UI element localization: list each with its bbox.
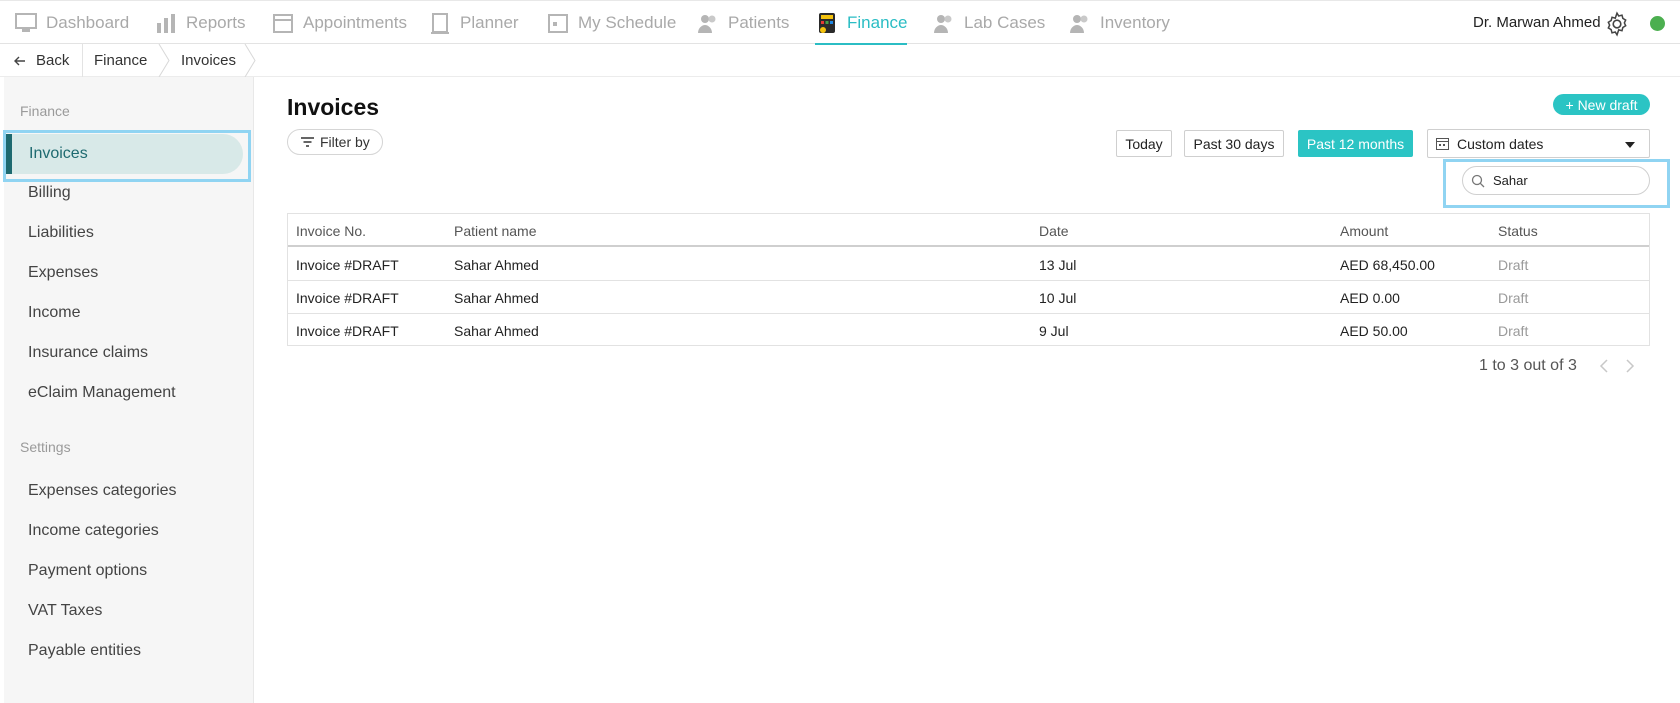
- nav-my-schedule[interactable]: My Schedule: [546, 1, 676, 45]
- sidebar-item-liabilities[interactable]: Liabilities: [28, 224, 94, 242]
- cell-date: 10 Jul: [1039, 290, 1077, 306]
- appointments-icon: [273, 14, 293, 33]
- cell-status: Draft: [1498, 323, 1529, 339]
- caret-down-icon: [1625, 142, 1635, 148]
- divider: [82, 44, 83, 77]
- reports-icon: [157, 14, 175, 33]
- breadcrumb-label: Invoices: [181, 52, 237, 69]
- range-today-button[interactable]: Today: [1116, 130, 1172, 157]
- range-past-30-days-button[interactable]: Past 30 days: [1184, 130, 1284, 157]
- sidebar-item-vat-taxes[interactable]: VAT Taxes: [28, 602, 102, 620]
- nav-label: Reports: [186, 13, 246, 32]
- nav-appointments[interactable]: Appointments: [271, 1, 407, 45]
- cell-date: 9 Jul: [1039, 323, 1069, 339]
- online-status-dot: [1650, 16, 1665, 31]
- page-title: Invoices: [287, 94, 380, 120]
- nav-label: Appointments: [303, 13, 407, 32]
- top-navigation: Dashboard Reports Appointments Planner M…: [0, 0, 1680, 45]
- chevron-right-icon[interactable]: [1621, 357, 1637, 375]
- patients-icon: [698, 15, 716, 33]
- table-row[interactable]: Invoice #DRAFT Sahar Ahmed 13 Jul AED 68…: [288, 248, 1649, 281]
- sidebar-item-expenses-categories[interactable]: Expenses categories: [28, 482, 177, 500]
- user-name[interactable]: Dr. Marwan Ahmed: [1473, 14, 1601, 31]
- sidebar-item-eclaim-management[interactable]: eClaim Management: [28, 384, 176, 402]
- cell-date: 13 Jul: [1039, 257, 1077, 273]
- breadcrumb-finance[interactable]: Finance: [94, 44, 147, 77]
- gear-icon[interactable]: [1604, 11, 1630, 37]
- cell-invoice-no: Invoice #DRAFT: [296, 257, 399, 273]
- dashboard-icon: [15, 13, 37, 32]
- breadcrumb-separator-icon: [158, 44, 170, 77]
- sidebar-item-expenses[interactable]: Expenses: [28, 264, 98, 282]
- sidebar-item-payable-entities[interactable]: Payable entities: [28, 642, 141, 660]
- invoices-table: Invoice No. Patient name Date Amount Sta…: [287, 213, 1650, 346]
- highlight-box-invoices: [3, 130, 251, 182]
- nav-label: Finance: [847, 13, 908, 32]
- breadcrumb-separator-icon: [244, 44, 256, 77]
- filter-icon: [301, 137, 314, 147]
- breadcrumb-invoices[interactable]: Invoices: [181, 44, 236, 77]
- column-date[interactable]: Date: [1039, 223, 1069, 239]
- nav-planner[interactable]: Planner: [428, 1, 519, 45]
- cell-amount: AED 50.00: [1340, 323, 1408, 339]
- filter-label: Filter by: [320, 134, 370, 150]
- sidebar-item-income-categories[interactable]: Income categories: [28, 522, 159, 540]
- cell-status: Draft: [1498, 290, 1529, 306]
- cell-patient-name: Sahar Ahmed: [454, 257, 539, 273]
- cell-amount: AED 68,450.00: [1340, 257, 1435, 273]
- cell-invoice-no: Invoice #DRAFT: [296, 323, 399, 339]
- planner-icon: [431, 13, 449, 34]
- pagination-summary: 1 to 3 out of 3: [1479, 357, 1577, 374]
- finance-icon: [819, 13, 835, 33]
- breadcrumb: Back Finance Invoices: [0, 44, 1680, 77]
- nav-inventory[interactable]: Inventory: [1068, 1, 1170, 45]
- sidebar-item-billing[interactable]: Billing: [28, 184, 71, 202]
- back-label: Back: [36, 52, 70, 69]
- cell-patient-name: Sahar Ahmed: [454, 290, 539, 306]
- inventory-icon: [1070, 15, 1088, 33]
- nav-dashboard[interactable]: Dashboard: [14, 1, 129, 45]
- highlight-box-search: [1443, 159, 1670, 208]
- nav-label: My Schedule: [578, 13, 677, 32]
- breadcrumb-label: Finance: [94, 52, 148, 69]
- nav-label: Planner: [460, 13, 519, 32]
- lab-cases-icon: [934, 15, 952, 33]
- table-row[interactable]: Invoice #DRAFT Sahar Ahmed 10 Jul AED 0.…: [288, 281, 1649, 314]
- cell-invoice-no: Invoice #DRAFT: [296, 290, 399, 306]
- nav-label: Inventory: [1100, 13, 1170, 32]
- column-invoice-no[interactable]: Invoice No.: [296, 223, 366, 239]
- custom-dates-label: Custom dates: [1457, 135, 1544, 152]
- cell-status: Draft: [1498, 257, 1529, 273]
- nav-label: Lab Cases: [964, 13, 1046, 32]
- nav-patients[interactable]: Patients: [696, 1, 789, 45]
- custom-dates-dropdown[interactable]: Custom dates: [1427, 129, 1650, 158]
- column-status[interactable]: Status: [1498, 223, 1538, 239]
- cell-patient-name: Sahar Ahmed: [454, 323, 539, 339]
- sidebar-section-finance: Finance: [20, 103, 70, 119]
- arrow-left-icon: [14, 56, 25, 65]
- table-header: Invoice No. Patient name Date Amount Sta…: [288, 214, 1649, 247]
- back-button[interactable]: Back: [14, 44, 69, 77]
- sidebar-section-settings: Settings: [20, 439, 71, 455]
- nav-label: Patients: [728, 13, 790, 32]
- nav-lab-cases[interactable]: Lab Cases: [932, 1, 1045, 45]
- range-past-12-months-button[interactable]: Past 12 months: [1298, 130, 1413, 157]
- sidebar-item-payment-options[interactable]: Payment options: [28, 562, 147, 580]
- column-patient-name[interactable]: Patient name: [454, 223, 537, 239]
- nav-finance[interactable]: Finance: [815, 1, 908, 45]
- cell-amount: AED 0.00: [1340, 290, 1400, 306]
- nav-label: Dashboard: [46, 13, 130, 32]
- chevron-left-icon[interactable]: [1597, 357, 1613, 375]
- filter-by-button[interactable]: Filter by: [287, 129, 383, 155]
- new-draft-button[interactable]: + New draft: [1553, 94, 1650, 115]
- schedule-icon: [548, 14, 568, 33]
- sidebar-item-insurance-claims[interactable]: Insurance claims: [28, 344, 148, 362]
- sidebar-item-income[interactable]: Income: [28, 304, 80, 322]
- column-amount[interactable]: Amount: [1340, 223, 1388, 239]
- table-row[interactable]: Invoice #DRAFT Sahar Ahmed 9 Jul AED 50.…: [288, 314, 1649, 347]
- nav-reports[interactable]: Reports: [154, 1, 246, 45]
- calendar-icon: [1436, 138, 1449, 150]
